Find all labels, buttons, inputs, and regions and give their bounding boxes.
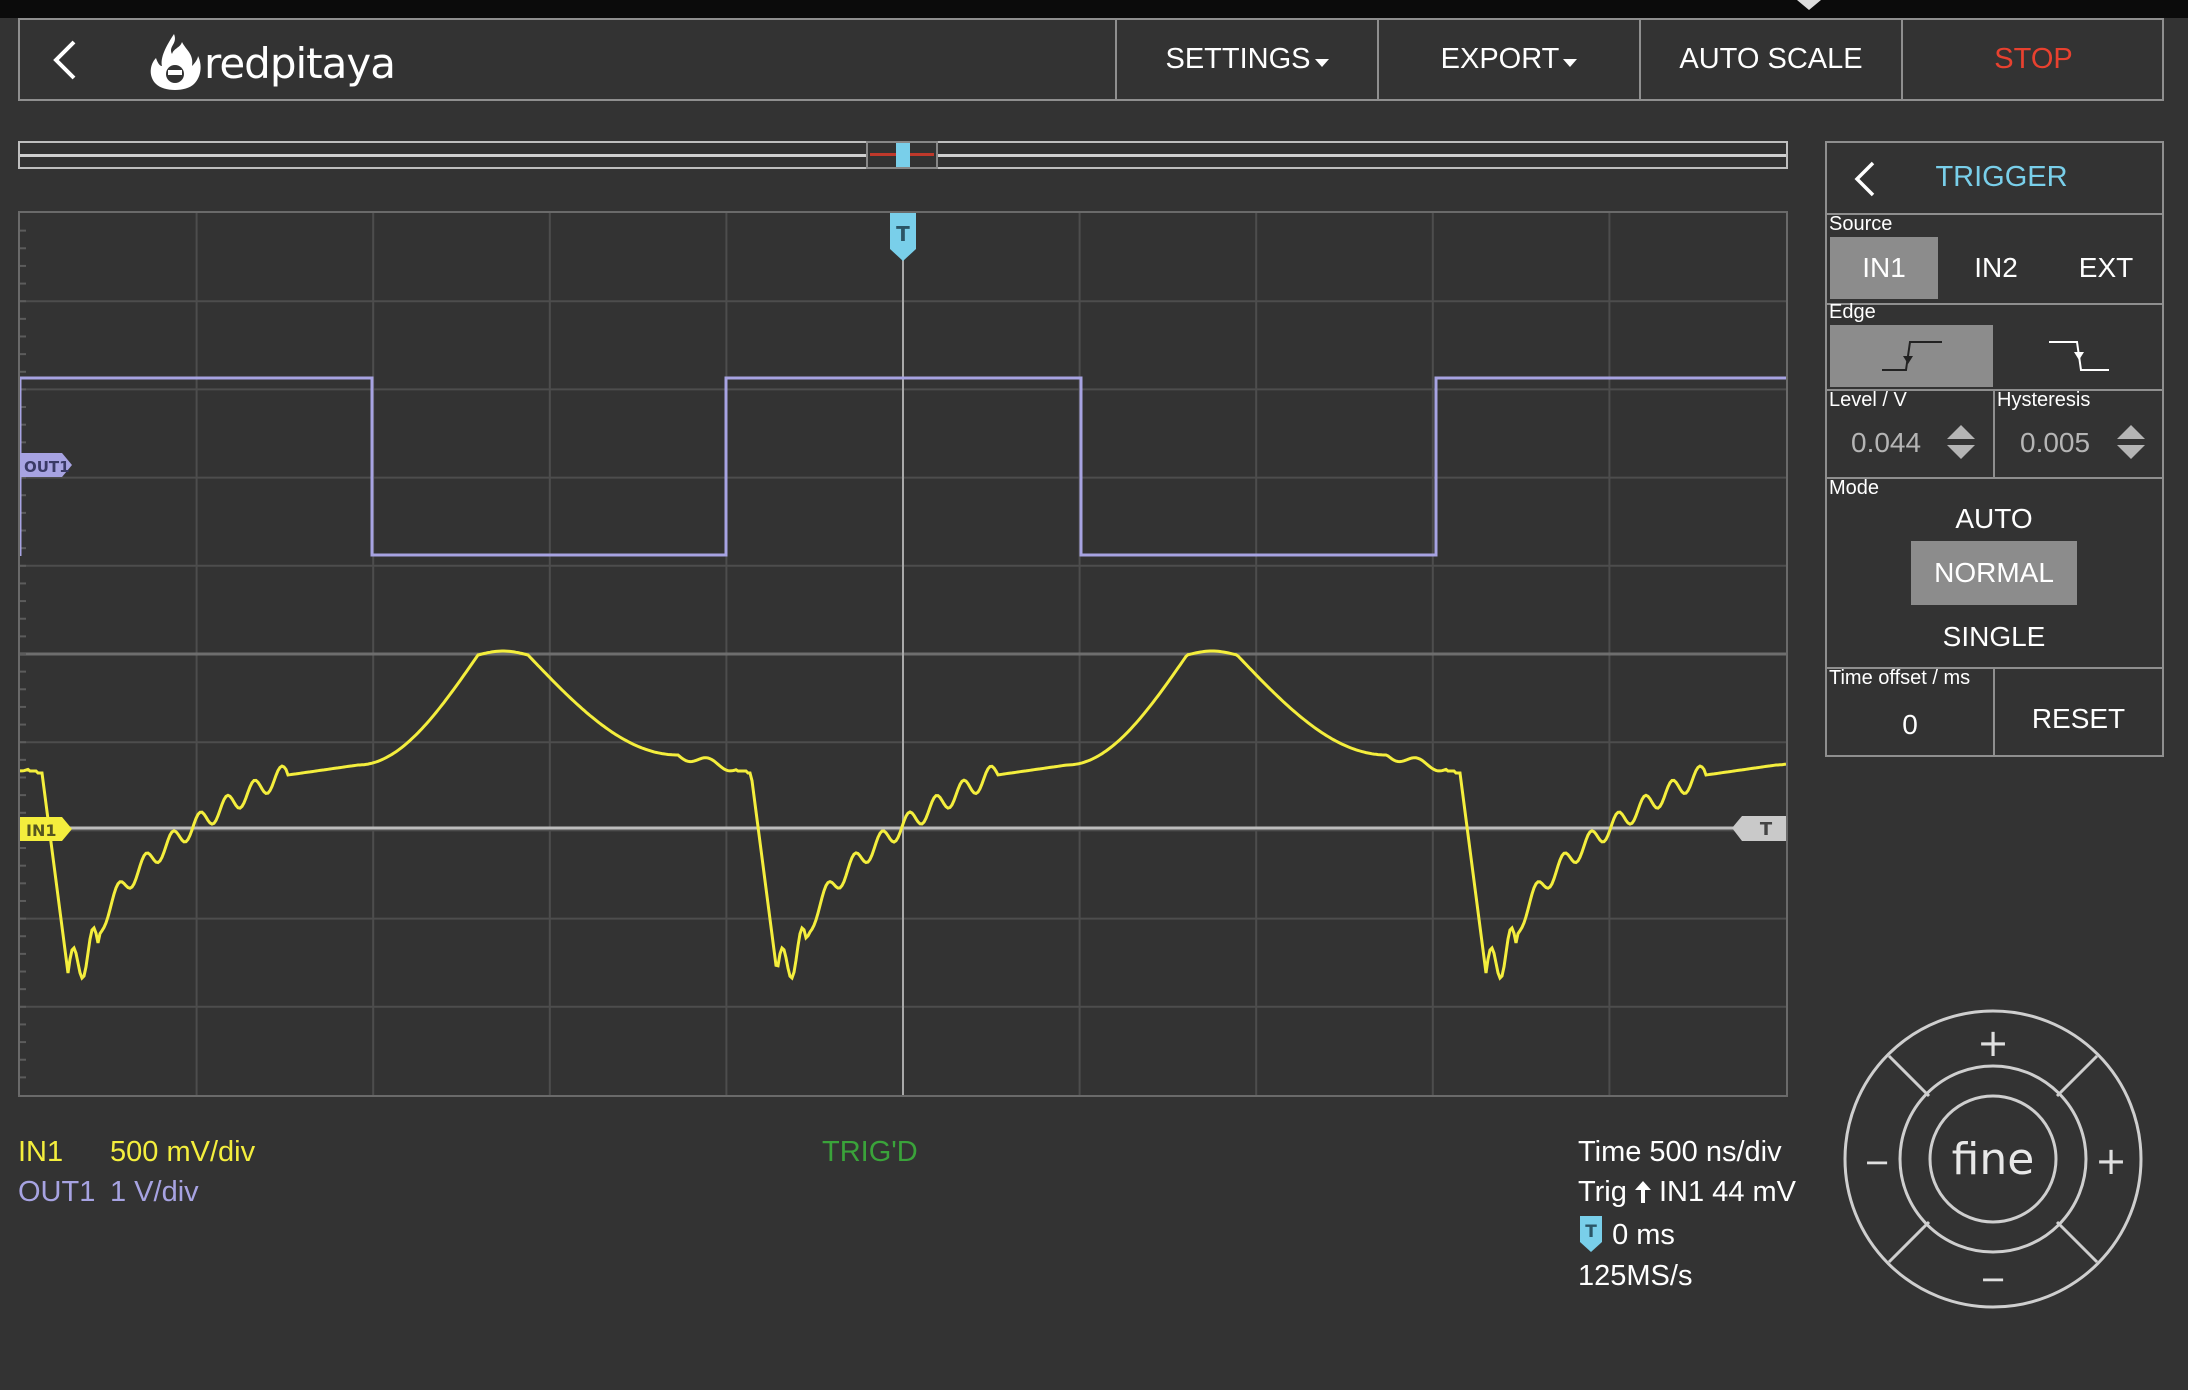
in1-scale: 500 mV/div bbox=[110, 1136, 256, 1168]
trigger-info-source: IN1 44 mV bbox=[1659, 1176, 1796, 1208]
rising-arrow-icon bbox=[1634, 1181, 1651, 1203]
top-strip bbox=[0, 0, 2188, 18]
export-label: EXPORT bbox=[1440, 43, 1560, 75]
out1-marker-label: OUT1 bbox=[24, 458, 70, 476]
trigger-panel-title: TRIGGER bbox=[1935, 161, 2068, 193]
stepper-arrows-icon bbox=[2117, 425, 2145, 459]
time-slider[interactable] bbox=[18, 141, 1788, 169]
source-ext-button[interactable]: EXT bbox=[2053, 237, 2159, 299]
in1-name: IN1 bbox=[18, 1136, 64, 1168]
trigger-offset-marker-icon: T bbox=[1580, 1216, 1602, 1252]
mode-single-button[interactable]: SINGLE bbox=[1911, 611, 2077, 663]
in1-marker[interactable]: IN1 bbox=[20, 817, 72, 841]
source-in1-button[interactable]: IN1 bbox=[1830, 237, 1938, 299]
out1-name: OUT1 bbox=[18, 1176, 96, 1208]
wheel-separator bbox=[1887, 1054, 1931, 1098]
settings-label: SETTINGS bbox=[1165, 43, 1311, 75]
level-stepper[interactable] bbox=[1947, 425, 1975, 459]
time-offset-label: Time offset / ms bbox=[1829, 667, 1971, 689]
trigger-level-marker[interactable]: T bbox=[1732, 816, 1786, 841]
trigger-time-marker-label: T bbox=[896, 222, 910, 246]
trigger-level-marker-label: T bbox=[1760, 819, 1773, 840]
wheel-down-button[interactable]: − bbox=[1980, 1260, 2007, 1298]
out1-scale: 1 V/div bbox=[110, 1176, 199, 1208]
mode-auto-button[interactable]: AUTO bbox=[1911, 493, 2077, 545]
mode-normal-button[interactable]: NORMAL bbox=[1911, 541, 2077, 605]
slider-handle[interactable] bbox=[896, 143, 910, 167]
caret-down-icon bbox=[1563, 58, 1578, 67]
export-button[interactable]: EXPORT bbox=[1377, 20, 1639, 99]
back-button[interactable] bbox=[42, 36, 90, 84]
in1-marker-label: IN1 bbox=[26, 821, 56, 840]
time-per-div: Time 500 ns/div bbox=[1578, 1136, 1782, 1168]
flame-logo-icon bbox=[150, 34, 201, 90]
time-offset-value: 0 ms bbox=[1612, 1219, 1675, 1251]
auto-scale-label: AUTO SCALE bbox=[1679, 43, 1863, 75]
divider bbox=[1993, 389, 1995, 479]
plot-canvas: T OUT1 IN1 T bbox=[20, 213, 1786, 1095]
navigation-wheel: + − − + fine bbox=[1843, 1008, 2143, 1310]
source-in2-button[interactable]: IN2 bbox=[1943, 237, 2049, 299]
time-offset-info: T 0 ms bbox=[1578, 1216, 1675, 1252]
settings-button[interactable]: SETTINGS bbox=[1115, 20, 1377, 99]
oscilloscope-plot[interactable]: T OUT1 IN1 T bbox=[18, 211, 1788, 1097]
trigger-info: Trig IN1 44 mV bbox=[1578, 1176, 1796, 1209]
reset-button[interactable]: RESET bbox=[1997, 683, 2160, 755]
hysteresis-label: Hysteresis bbox=[1997, 389, 2091, 411]
falling-edge-button[interactable] bbox=[1997, 325, 2160, 387]
hysteresis-input[interactable]: 0.005 bbox=[2020, 427, 2090, 459]
caret-down-icon bbox=[1314, 58, 1329, 67]
stepper-arrows-icon bbox=[1947, 425, 1975, 459]
sample-rate: 125MS/s bbox=[1578, 1260, 1693, 1292]
redpitaya-logo: redpitaya bbox=[148, 30, 396, 94]
trigger-info-prefix: Trig bbox=[1578, 1176, 1627, 1208]
stop-label: STOP bbox=[1994, 43, 2073, 75]
wheel-up-button[interactable]: + bbox=[1977, 1021, 2009, 1065]
falling-edge-icon bbox=[2048, 341, 2109, 371]
divider bbox=[1993, 667, 1995, 755]
source-label: Source bbox=[1829, 213, 1893, 235]
wheel-canvas: + − − + fine bbox=[1843, 1009, 2143, 1309]
wheel-left-button[interactable]: − bbox=[1864, 1143, 1891, 1181]
edge-label: Edge bbox=[1829, 301, 1876, 323]
rising-edge-button[interactable] bbox=[1830, 325, 1993, 387]
out1-marker[interactable]: OUT1 bbox=[20, 453, 72, 477]
level-label: Level / V bbox=[1829, 389, 1907, 411]
wheel-separator bbox=[1887, 1220, 1931, 1264]
logo-text: redpitaya bbox=[204, 39, 396, 88]
time-offset-input[interactable]: 0 bbox=[1830, 699, 1990, 751]
trigger-offset-marker-label: T bbox=[1585, 1222, 1597, 1242]
fine-button-label[interactable]: fine bbox=[1952, 1134, 2035, 1185]
stop-button[interactable]: STOP bbox=[1901, 20, 2164, 99]
wheel-separator bbox=[2055, 1054, 2099, 1098]
level-input[interactable]: 0.044 bbox=[1851, 427, 1921, 459]
slider-view-window[interactable] bbox=[866, 141, 938, 169]
chevron-left-icon bbox=[53, 40, 76, 80]
header-bar: redpitaya SETTINGS EXPORT AUTO SCALE STO… bbox=[18, 18, 2164, 101]
trigger-status: TRIG'D bbox=[822, 1136, 918, 1168]
trigger-panel: TRIGGER Source IN1 IN2 EXT Edge Level / … bbox=[1825, 141, 2164, 757]
trigger-time-marker[interactable]: T bbox=[890, 213, 916, 261]
divider bbox=[1827, 303, 2162, 305]
auto-scale-button[interactable]: AUTO SCALE bbox=[1639, 20, 1901, 99]
wheel-separator bbox=[2055, 1220, 2099, 1264]
rising-edge-icon bbox=[1881, 341, 1942, 371]
dropdown-arrow-icon[interactable] bbox=[1797, 0, 1821, 10]
wheel-right-button[interactable]: + bbox=[2095, 1139, 2127, 1183]
mode-label: Mode bbox=[1829, 477, 1880, 499]
trigger-panel-header: TRIGGER bbox=[1827, 143, 2162, 215]
hysteresis-stepper[interactable] bbox=[2117, 425, 2145, 459]
